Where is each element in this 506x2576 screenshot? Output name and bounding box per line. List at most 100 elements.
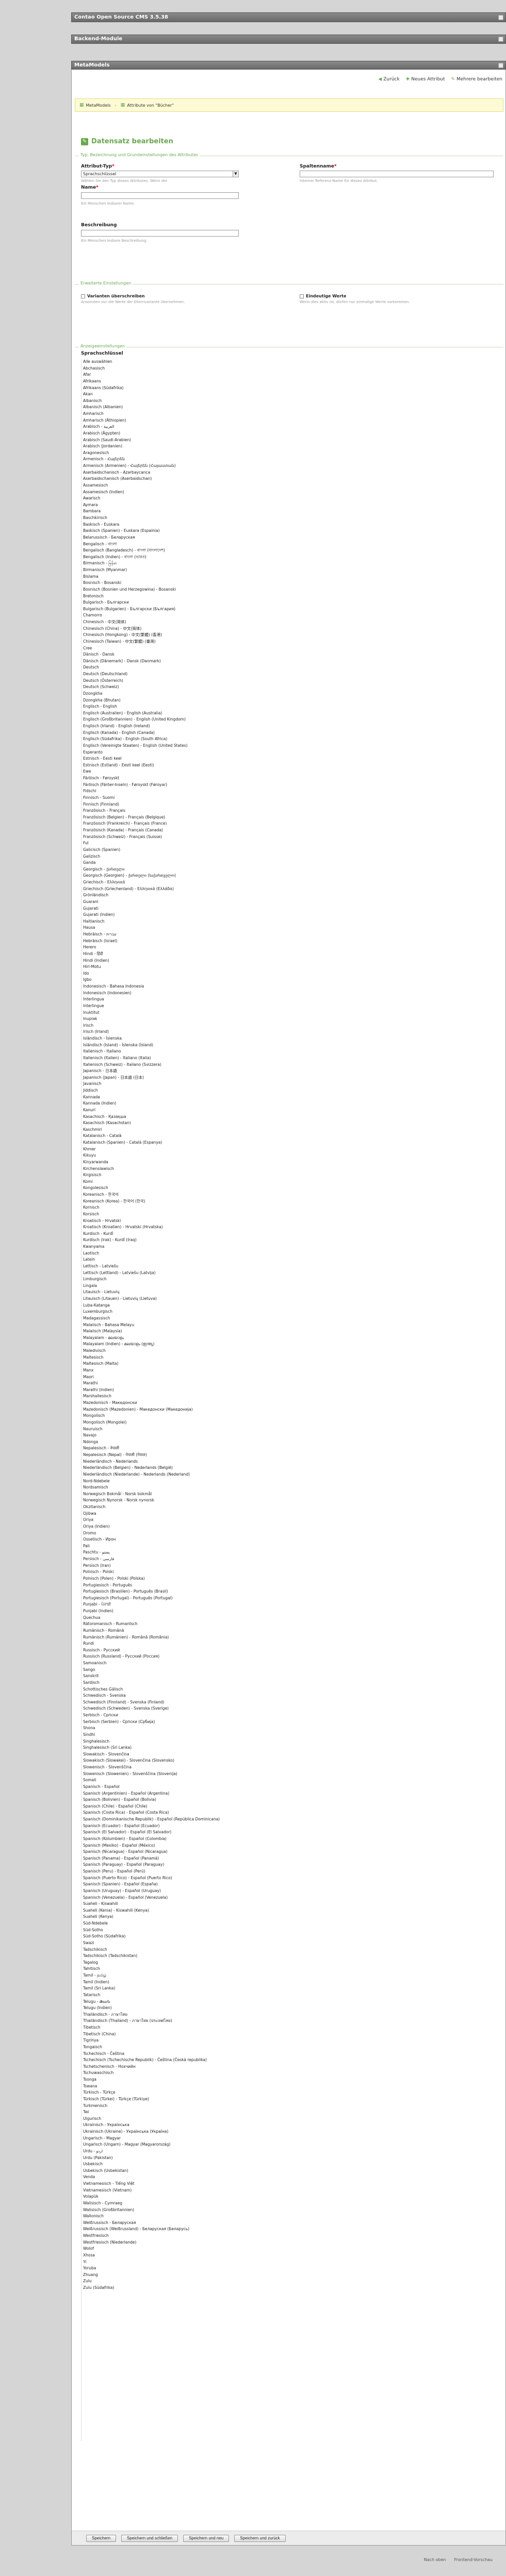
language-option[interactable]: Thailändisch - ภาษาไทย bbox=[81, 2012, 246, 2018]
language-option[interactable]: Guarani bbox=[81, 899, 246, 906]
save-close-button[interactable]: Speichern und schließen bbox=[121, 2535, 178, 2542]
language-option[interactable]: Slowenisch - Slovenščina bbox=[81, 1764, 246, 1771]
language-option[interactable]: Koreanisch (Korea) - 한국어 (한국) bbox=[81, 1198, 246, 1205]
language-option[interactable]: Albanisch bbox=[81, 398, 246, 405]
language-option[interactable]: Spanisch (Argentinien) - Español (Argent… bbox=[81, 1791, 246, 1797]
language-option[interactable]: Spanisch - Español bbox=[81, 1784, 246, 1791]
language-option[interactable]: Luxemburgisch bbox=[81, 1309, 246, 1315]
language-option[interactable]: Kroatisch - Hrvatski bbox=[81, 1218, 246, 1225]
language-option[interactable]: Nepalesisch (Nepal) - नेपाली (नेपाल) bbox=[81, 1452, 246, 1459]
language-option[interactable]: Rumänisch (Rumänien) - Română (România) bbox=[81, 1634, 246, 1641]
language-option[interactable]: Ukrainisch - Українська bbox=[81, 2122, 246, 2129]
collapse-toggle[interactable] bbox=[498, 14, 503, 20]
language-option[interactable]: Zhuang bbox=[81, 2272, 246, 2279]
language-option[interactable]: Englisch (Irland) - English (Ireland) bbox=[81, 723, 246, 730]
language-option[interactable]: Zulu bbox=[81, 2278, 246, 2285]
language-option[interactable]: Interlingue bbox=[81, 1003, 246, 1010]
colname-input[interactable] bbox=[300, 171, 494, 177]
language-option[interactable]: Tagalog bbox=[81, 1960, 246, 1966]
language-option[interactable]: Weißrussisch (Weißrussland) - Беларуская… bbox=[81, 2226, 246, 2233]
language-option[interactable]: Afrikaans (Südafrika) bbox=[81, 385, 246, 392]
language-option[interactable]: Galicisch (Spanien) bbox=[81, 847, 246, 854]
language-option[interactable]: Spanisch (Venezuela) - Español (Venezuel… bbox=[81, 1895, 246, 1901]
language-option[interactable]: Gujarati bbox=[81, 906, 246, 912]
language-option[interactable]: Tschetschenisch - Нохчийн bbox=[81, 2064, 246, 2070]
language-option[interactable]: Bosnisch (Bosnien und Herzegowina) - Bos… bbox=[81, 587, 246, 593]
save-back-button[interactable]: Speichern und zurück bbox=[234, 2535, 286, 2542]
language-option[interactable]: Marathi bbox=[81, 1380, 246, 1387]
language-option[interactable]: Isländisch (Island) - Íslenska (Ísland) bbox=[81, 1042, 246, 1049]
language-option[interactable]: Mongolisch bbox=[81, 1413, 246, 1419]
language-option[interactable]: Estnisch - Eesti keel bbox=[81, 756, 246, 762]
language-option[interactable]: Laotisch bbox=[81, 1250, 246, 1257]
language-option[interactable]: Deutsch (Schweiz) bbox=[81, 684, 246, 691]
name-input[interactable] bbox=[81, 192, 239, 199]
language-option[interactable]: Norwegisch Bokmål - Norsk bokmål bbox=[81, 1491, 246, 1498]
language-option[interactable]: Interlingua bbox=[81, 996, 246, 1003]
language-option[interactable]: Englisch (Großbritannien) - English (Uni… bbox=[81, 716, 246, 723]
section-backend-legend[interactable]: Anzeigeeinstellungen bbox=[79, 344, 126, 348]
language-option[interactable]: Maltesisch (Malta) bbox=[81, 1361, 246, 1367]
language-option[interactable]: Deutsch bbox=[81, 664, 246, 671]
language-option[interactable]: Süd-Sotho bbox=[81, 1927, 246, 1934]
language-option[interactable]: Bengalisch (Indien) - বাংলা (ভারত) bbox=[81, 554, 246, 561]
language-option[interactable]: Khmer bbox=[81, 1146, 246, 1153]
language-option[interactable]: Dzongkha (Bhutan) bbox=[81, 697, 246, 704]
language-option[interactable]: Dänisch - Dansk bbox=[81, 651, 246, 658]
language-option[interactable]: Portugiesisch (Brasilien) - Português (B… bbox=[81, 1588, 246, 1595]
language-option[interactable]: Twi bbox=[81, 2109, 246, 2116]
language-option[interactable]: Galizisch bbox=[81, 854, 246, 860]
language-option[interactable]: Chinesisch - 中文(简体) bbox=[81, 619, 246, 626]
language-option[interactable]: Ungarisch - Magyar bbox=[81, 2135, 246, 2142]
language-option[interactable]: Tibetisch bbox=[81, 2025, 246, 2031]
language-option[interactable]: Tsonga bbox=[81, 2077, 246, 2083]
language-option[interactable]: Mazedonisch - Македонски bbox=[81, 1400, 246, 1407]
language-option[interactable]: Limburgisch bbox=[81, 1276, 246, 1283]
language-option[interactable]: Mazedonisch (Mazedonien) - Македонски (М… bbox=[81, 1407, 246, 1413]
language-option[interactable]: Ganda bbox=[81, 860, 246, 866]
unique-values-checkbox[interactable]: Eindeutige Werte bbox=[300, 294, 346, 298]
language-option[interactable]: Tamil (Sri Lanka) bbox=[81, 1985, 246, 1992]
language-option[interactable]: Kinyarwanda bbox=[81, 1159, 246, 1166]
language-option[interactable]: Quechua bbox=[81, 1615, 246, 1621]
language-option[interactable]: Korsisch bbox=[81, 1211, 246, 1218]
language-option[interactable]: Kirgisisch bbox=[81, 1172, 246, 1179]
language-option[interactable]: Französisch (Belgien) - Français (Belgiq… bbox=[81, 814, 246, 821]
language-option[interactable]: Niederländisch (Niederlande) - Nederland… bbox=[81, 1471, 246, 1478]
language-option[interactable]: Oromo bbox=[81, 1530, 246, 1537]
language-option[interactable]: Baskisch (Spanien) - Euskara (Espainia) bbox=[81, 528, 246, 534]
frontend-preview-link[interactable]: Frontend-Vorschau bbox=[454, 2557, 493, 2562]
language-option[interactable]: Walisisch (Großbritannien) bbox=[81, 2207, 246, 2214]
language-option[interactable]: Baschkirisch bbox=[81, 515, 246, 522]
language-option[interactable]: Weißrussisch - Беларуская bbox=[81, 2220, 246, 2227]
language-option[interactable]: Italienisch - Italiano bbox=[81, 1048, 246, 1055]
language-option[interactable]: Yoruba bbox=[81, 2265, 246, 2272]
language-option[interactable]: Hebräisch (Israel) bbox=[81, 938, 246, 945]
language-option[interactable]: Nord-Ndebele bbox=[81, 1478, 246, 1485]
language-option[interactable]: Arabisch (Jordanien) bbox=[81, 443, 246, 450]
language-option[interactable]: Telugu (Indien) bbox=[81, 2005, 246, 2012]
language-option[interactable]: Norwegisch Nynorsk - Norsk nynorsk bbox=[81, 1497, 246, 1504]
language-option[interactable]: Xhosa bbox=[81, 2252, 246, 2259]
language-option[interactable]: Polnisch (Polen) - Polski (Polska) bbox=[81, 1576, 246, 1582]
language-option[interactable]: Spanisch (Spanien) - Español (España) bbox=[81, 1881, 246, 1888]
language-option[interactable]: Yi bbox=[81, 2259, 246, 2266]
language-option[interactable]: Französisch (Frankreich) - Français (Fra… bbox=[81, 821, 246, 827]
language-option[interactable]: Spanisch (Ecuador) - Español (Ecuador) bbox=[81, 1823, 246, 1830]
language-option[interactable]: Singhalesisch (Sri Lanka) bbox=[81, 1745, 246, 1751]
language-option[interactable]: Rumänisch - Română bbox=[81, 1628, 246, 1634]
language-option[interactable]: Nepalesisch - नेपाली bbox=[81, 1445, 246, 1452]
language-option[interactable]: Indonesisch - Bahasa Indonesia bbox=[81, 983, 246, 990]
language-option[interactable]: Hindi - हिंदी bbox=[81, 951, 246, 958]
language-option[interactable]: Lettisch (Lettland) - Latviešu (Latvija) bbox=[81, 1270, 246, 1277]
language-option[interactable]: Hindi (Indien) bbox=[81, 958, 246, 964]
language-option[interactable]: Spanisch (Panama) - Español (Panamá) bbox=[81, 1855, 246, 1862]
language-option[interactable]: Tahitisch bbox=[81, 1966, 246, 1972]
language-option[interactable]: Albanisch (Albanien) bbox=[81, 404, 246, 411]
save-button[interactable]: Speichern bbox=[86, 2535, 117, 2542]
language-option[interactable]: Kanuri bbox=[81, 1107, 246, 1114]
language-option[interactable]: Thailändisch (Thailand) - ภาษาไทย (ประเท… bbox=[81, 2018, 246, 2025]
language-option[interactable]: Aragonesisch bbox=[81, 450, 246, 457]
language-option[interactable]: Tamil - தமிழ் bbox=[81, 1972, 246, 1979]
language-option[interactable]: Schottisches Gälisch bbox=[81, 1686, 246, 1693]
